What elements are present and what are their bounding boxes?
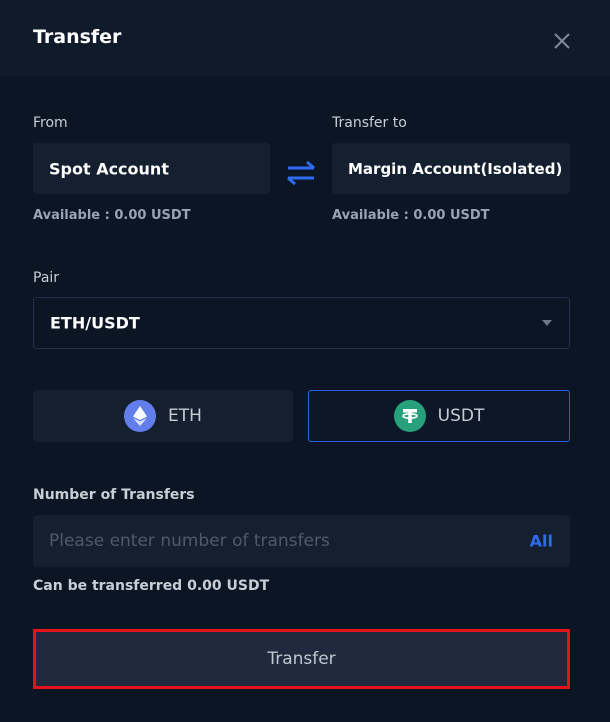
amount-field: All bbox=[33, 515, 570, 567]
amount-label: Number of Transfers bbox=[33, 487, 195, 503]
coin-option-usdt-label: USDT bbox=[437, 406, 485, 426]
amount-input[interactable] bbox=[33, 515, 503, 567]
pair-label: Pair bbox=[33, 270, 60, 286]
ethereum-icon bbox=[124, 400, 157, 432]
transfer-button[interactable]: Transfer bbox=[33, 629, 570, 689]
modal-header: Transfer bbox=[0, 0, 610, 76]
pair-select[interactable]: ETH/USDT bbox=[33, 297, 570, 349]
to-available: Available : 0.00 USDT bbox=[332, 208, 490, 223]
from-available: Available : 0.00 USDT bbox=[33, 208, 191, 223]
close-icon[interactable] bbox=[552, 31, 572, 51]
to-label: Transfer to bbox=[332, 115, 407, 131]
transferable-amount: Can be transferred 0.00 USDT bbox=[33, 578, 270, 594]
from-account-select[interactable]: Spot Account bbox=[33, 143, 270, 194]
to-account-value: Margin Account(Isolated) bbox=[348, 159, 563, 178]
transfer-modal: Transfer From Spot Account Available : 0… bbox=[0, 0, 610, 722]
from-account-value: Spot Account bbox=[49, 159, 169, 178]
chevron-down-icon bbox=[542, 320, 552, 326]
swap-arrows-icon[interactable] bbox=[284, 158, 318, 188]
tether-icon bbox=[393, 400, 426, 432]
to-account-select[interactable]: Margin Account(Isolated) bbox=[332, 143, 570, 194]
coin-option-eth-label: ETH bbox=[168, 406, 202, 426]
coin-option-eth[interactable]: ETH bbox=[33, 390, 293, 442]
coin-option-usdt[interactable]: USDT bbox=[308, 390, 570, 442]
pair-value: ETH/USDT bbox=[50, 313, 140, 333]
all-button[interactable]: All bbox=[530, 532, 553, 551]
modal-title: Transfer bbox=[33, 26, 122, 48]
from-label: From bbox=[33, 115, 68, 131]
